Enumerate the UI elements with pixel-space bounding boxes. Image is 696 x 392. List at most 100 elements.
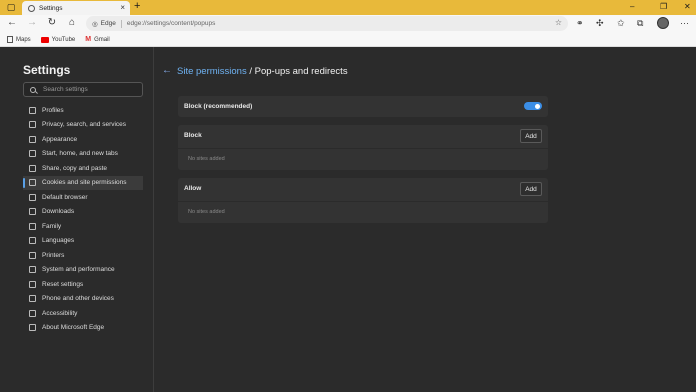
main-content: ← Site permissions / Pop-ups and redirec…	[155, 47, 696, 392]
browser-toolbar: ← → ↻ ⌂ ◎ Edge edge://settings/content/p…	[0, 15, 696, 33]
search-icon	[30, 86, 36, 93]
title-bar: ▢ Settings × + – ❐ ✕	[0, 0, 696, 15]
breadcrumb-site-permissions[interactable]: Site permissions	[177, 66, 247, 77]
share-icon	[29, 164, 36, 172]
allow-section-label: Allow	[184, 185, 202, 192]
url-text: edge://settings/content/popups	[126, 20, 216, 27]
page-title: Site permissions / Pop-ups and redirects	[177, 66, 348, 77]
tab-title: Settings	[39, 4, 63, 12]
tab-settings[interactable]: Settings ×	[22, 1, 130, 15]
divider	[178, 148, 548, 149]
sidebar-item-phone-and-other-devices[interactable]: Phone and other devices	[23, 292, 143, 306]
block-recommended-toggle[interactable]	[524, 102, 542, 110]
sidebar-item-label: About Microsoft Edge	[42, 324, 105, 331]
favorites-bar: Maps YouTube M Gmail	[0, 33, 696, 47]
sidebar-item-label: Family	[42, 222, 62, 230]
puzzle-icon[interactable]: ✣	[596, 18, 604, 29]
edge-badge: ◎ Edge	[92, 19, 122, 28]
favorite-maps[interactable]: Maps	[7, 36, 31, 43]
cookie-icon	[29, 179, 36, 186]
sidebar-item-system-and-performance[interactable]: System and performance	[23, 263, 143, 277]
sidebar-item-label: Default browser	[42, 193, 88, 201]
address-bar[interactable]: ◎ Edge edge://settings/content/popups ☆	[86, 16, 568, 31]
sidebar-item-about-microsoft-edge[interactable]: About Microsoft Edge	[23, 321, 143, 335]
sidebar-item-label: Share, copy and paste	[42, 164, 108, 172]
language-icon	[29, 237, 36, 244]
home-button[interactable]: ⌂	[65, 17, 79, 28]
settings-sidebar: Settings Search settings Profiles Privacy…	[0, 47, 154, 392]
sidebar-title: Settings	[23, 63, 71, 77]
search-input[interactable]: Search settings	[23, 82, 143, 97]
favorite-youtube[interactable]: YouTube	[40, 36, 75, 43]
edge-label: Edge	[100, 20, 116, 27]
sidebar-item-label: Privacy, search, and services	[42, 121, 127, 128]
block-section-card: Block Add No sites added	[178, 125, 548, 170]
sidebar-item-label: Printers	[42, 251, 65, 259]
home-icon	[29, 150, 36, 157]
sidebar-item-default-browser[interactable]: Default browser	[23, 190, 143, 204]
sidebar-item-printers[interactable]: Printers	[23, 248, 143, 262]
sidebar-item-family[interactable]: Family	[23, 219, 143, 233]
sidebar-item-languages[interactable]: Languages	[23, 234, 143, 248]
sidebar-item-label: Downloads	[42, 208, 75, 215]
refresh-button[interactable]: ↻	[45, 17, 59, 28]
allow-empty-text: No sites added	[188, 209, 225, 215]
maps-icon	[7, 36, 13, 43]
extensions-icon[interactable]: ⚭	[576, 18, 584, 29]
browser-icon	[29, 193, 36, 201]
printer-icon	[29, 251, 36, 259]
sidebar-item-reset-settings[interactable]: Reset settings	[23, 277, 143, 291]
close-window-button[interactable]: ✕	[684, 2, 691, 11]
reset-icon	[29, 280, 36, 288]
block-empty-text: No sites added	[188, 156, 225, 162]
maximize-button[interactable]: ❐	[660, 2, 667, 11]
close-tab-icon[interactable]: ×	[120, 3, 125, 12]
lock-icon	[29, 121, 36, 128]
download-icon	[29, 208, 36, 215]
more-menu-icon[interactable]: ···	[680, 18, 689, 28]
block-section-label: Block	[184, 132, 202, 139]
sidebar-item-profiles[interactable]: Profiles	[23, 103, 143, 117]
new-tab-button[interactable]: +	[134, 0, 140, 12]
forward-button[interactable]: →	[25, 17, 39, 28]
add-favorite-icon[interactable]: ☆	[555, 18, 562, 27]
phone-icon	[29, 295, 36, 302]
collections-icon[interactable]: ⧉	[637, 18, 643, 29]
allow-add-button[interactable]: Add	[520, 182, 542, 196]
profile-avatar[interactable]	[657, 17, 669, 29]
youtube-icon	[40, 36, 49, 43]
family-icon	[29, 222, 36, 230]
sidebar-item-label: Appearance	[42, 135, 78, 143]
accessibility-icon	[29, 309, 36, 317]
block-recommended-label: Block (recommended)	[184, 103, 253, 110]
search-placeholder: Search settings	[43, 86, 88, 93]
allow-section-card: Allow Add No sites added	[178, 178, 548, 223]
block-add-button[interactable]: Add	[520, 129, 542, 143]
page-title-text: Pop-ups and redirects	[254, 66, 348, 77]
sidebar-item-label: Cookies and site permissions	[42, 179, 127, 186]
block-recommended-card: Block (recommended)	[178, 96, 548, 117]
sidebar-item-appearance[interactable]: Appearance	[23, 132, 143, 146]
sidebar-item-label: Languages	[42, 237, 75, 244]
tab-actions-icon[interactable]: ▢	[4, 1, 18, 14]
sidebar-item-accessibility[interactable]: Accessibility	[23, 306, 143, 320]
sidebar-item-cookies-and-site-permissions[interactable]: Cookies and site permissions	[23, 175, 143, 190]
sidebar-item-label: Start, home, and new tabs	[42, 150, 118, 157]
appearance-icon	[29, 135, 36, 143]
sidebar-item-label: Reset settings	[42, 280, 84, 288]
sidebar-item-share-copy-and-paste[interactable]: Share, copy and paste	[23, 161, 143, 175]
sidebar-item-downloads[interactable]: Downloads	[23, 205, 143, 219]
minimize-button[interactable]: –	[630, 2, 634, 11]
back-arrow-icon[interactable]: ←	[162, 65, 172, 76]
favorite-gmail[interactable]: M Gmail	[85, 36, 110, 43]
system-icon	[29, 266, 36, 273]
sidebar-item-label: Phone and other devices	[42, 295, 114, 302]
profile-icon	[29, 106, 36, 114]
back-button[interactable]: ←	[5, 17, 19, 28]
sidebar-item-start-home-and-new-tabs[interactable]: Start, home, and new tabs	[23, 147, 143, 161]
divider	[178, 201, 548, 202]
sidebar-item-label: Accessibility	[42, 309, 78, 317]
sidebar-item-privacy-search-and-services[interactable]: Privacy, search, and services	[23, 118, 143, 132]
favorites-icon[interactable]: ✩	[617, 18, 625, 29]
gmail-icon: M	[85, 36, 92, 43]
